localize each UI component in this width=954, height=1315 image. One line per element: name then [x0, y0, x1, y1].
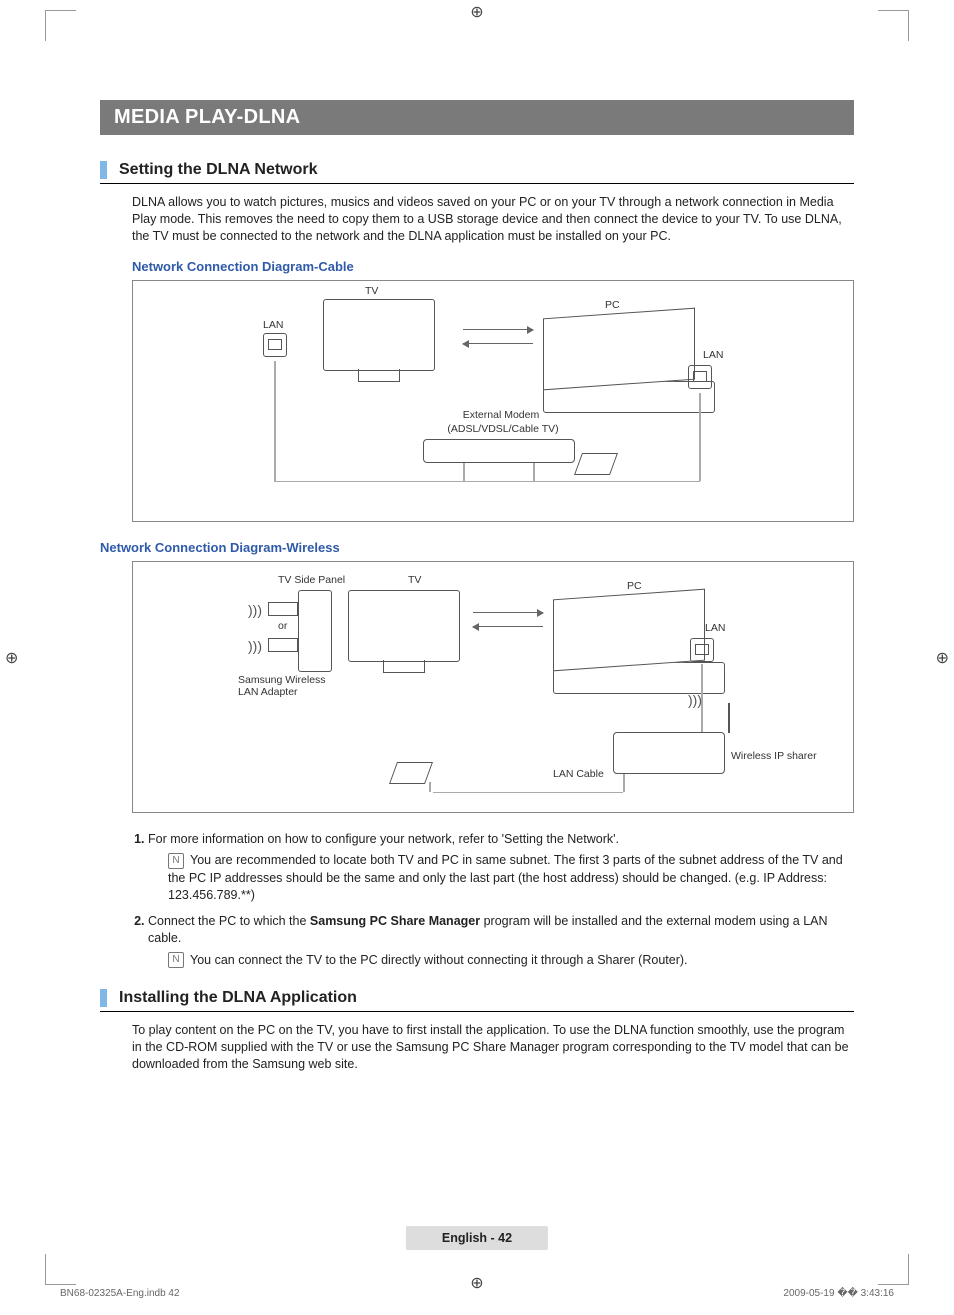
cable-line-icon	[274, 361, 276, 481]
tv-stand-icon	[358, 369, 400, 382]
sub-note: NYou are recommended to locate both TV a…	[168, 852, 854, 905]
tv-icon	[348, 590, 460, 662]
instruction-list: For more information on how to configure…	[132, 831, 854, 970]
arrow-right-icon	[473, 612, 543, 614]
section-title: Setting the DLNA Network	[119, 161, 318, 179]
sub-note-text: You can connect the TV to the PC directl…	[190, 953, 688, 967]
section-heading-dlna-network: Setting the DLNA Network	[100, 161, 854, 184]
label-tv-side-panel: TV Side Panel	[278, 574, 345, 586]
cable-line-icon	[533, 463, 535, 481]
lan-port-icon	[690, 638, 714, 662]
cable-line-icon	[274, 481, 574, 483]
print-meta-left: BN68-02325A-Eng.indb 42	[60, 1288, 180, 1299]
diagram-title-cable: Network Connection Diagram-Cable	[132, 259, 854, 274]
wlan-adapter-icon	[268, 602, 298, 616]
tv-stand-icon	[383, 660, 425, 673]
label-modem-2: (ADSL/VDSL/Cable TV)	[433, 423, 573, 435]
label-lan-pc: LAN	[703, 349, 723, 361]
label-lan-tv: LAN	[263, 319, 283, 331]
registration-mark-icon: ⊕	[5, 648, 18, 668]
manual-page: ⊕ ⊕ ⊕ ⊕ MEDIA PLAY-DLNA Setting the DLNA…	[0, 0, 954, 1315]
cable-line-icon	[701, 664, 703, 732]
registration-mark-icon: ⊕	[936, 648, 949, 668]
print-meta-right: 2009-05-19 �� 3:43:16	[783, 1288, 894, 1299]
label-lan-cable: LAN Cable	[553, 768, 604, 780]
label-lan-pc: LAN	[705, 622, 725, 634]
label-pc: PC	[627, 580, 642, 592]
list-item: Connect the PC to which the Samsung PC S…	[148, 913, 854, 970]
chapter-banner: MEDIA PLAY-DLNA	[100, 100, 854, 135]
crop-mark-icon	[45, 10, 76, 41]
wireless-router-icon	[613, 732, 725, 774]
registration-mark-icon: ⊕	[470, 1273, 483, 1293]
label-adapter-2: LAN Adapter	[238, 686, 298, 698]
tv-icon	[323, 299, 435, 371]
wall-jack-icon	[574, 453, 618, 475]
section-intro-text: To play content on the PC on the TV, you…	[132, 1022, 854, 1073]
laptop-icon	[543, 313, 715, 413]
arrow-left-icon	[473, 626, 543, 628]
crop-mark-icon	[878, 1254, 909, 1285]
note-icon: N	[168, 853, 184, 869]
cable-line-icon	[429, 782, 431, 792]
network-diagram-cable: TV LAN PC LAN External Modem (ADSL/VDSL/…	[132, 280, 854, 522]
section-title: Installing the DLNA Application	[119, 989, 357, 1007]
note-text: For more information on how to configure…	[148, 832, 619, 846]
lan-port-icon	[688, 365, 712, 389]
page-content: MEDIA PLAY-DLNA Setting the DLNA Network…	[100, 100, 854, 1087]
heading-accent-bar-icon	[100, 989, 107, 1007]
lan-port-icon	[263, 333, 287, 357]
diagram-title-wireless: Network Connection Diagram-Wireless	[100, 540, 854, 555]
label-tv: TV	[408, 574, 421, 586]
heading-accent-bar-icon	[100, 161, 107, 179]
note-text-bold: Samsung PC Share Manager	[310, 914, 480, 928]
wifi-icon: )))	[248, 638, 262, 654]
network-diagram-wireless: TV Side Panel TV ))) or ))) Samsung Wire…	[132, 561, 854, 813]
sub-note-text: You are recommended to locate both TV an…	[168, 853, 843, 902]
crop-mark-icon	[878, 10, 909, 41]
wlan-adapter-icon	[268, 638, 298, 652]
arrow-left-icon	[463, 343, 533, 345]
note-text-pre: Connect the PC to which the	[148, 914, 310, 928]
section-intro-text: DLNA allows you to watch pictures, music…	[132, 194, 854, 245]
wifi-icon: )))	[248, 602, 262, 618]
registration-mark-icon: ⊕	[470, 2, 483, 22]
sub-note: N You can connect the TV to the PC direct…	[168, 952, 854, 970]
wall-jack-icon	[389, 762, 433, 784]
cable-line-icon	[463, 463, 465, 481]
arrow-right-icon	[463, 329, 533, 331]
label-adapter-1: Samsung Wireless	[238, 674, 326, 686]
crop-mark-icon	[45, 1254, 76, 1285]
label-pc: PC	[605, 299, 620, 311]
wifi-icon: )))	[688, 692, 702, 708]
note-icon: N	[168, 952, 184, 968]
cable-line-icon	[699, 393, 701, 481]
label-or: or	[278, 620, 287, 632]
cable-line-icon	[574, 481, 700, 483]
label-modem-1: External Modem	[441, 409, 561, 421]
page-footer: English - 42	[406, 1226, 548, 1250]
tv-side-panel-icon	[298, 590, 332, 672]
modem-icon	[423, 439, 575, 463]
label-router: Wireless IP sharer	[731, 750, 817, 762]
section-heading-install-dlna: Installing the DLNA Application	[100, 989, 854, 1012]
label-tv: TV	[365, 285, 378, 297]
list-item: For more information on how to configure…	[148, 831, 854, 905]
cable-line-icon	[623, 774, 625, 792]
cable-line-icon	[433, 792, 623, 794]
